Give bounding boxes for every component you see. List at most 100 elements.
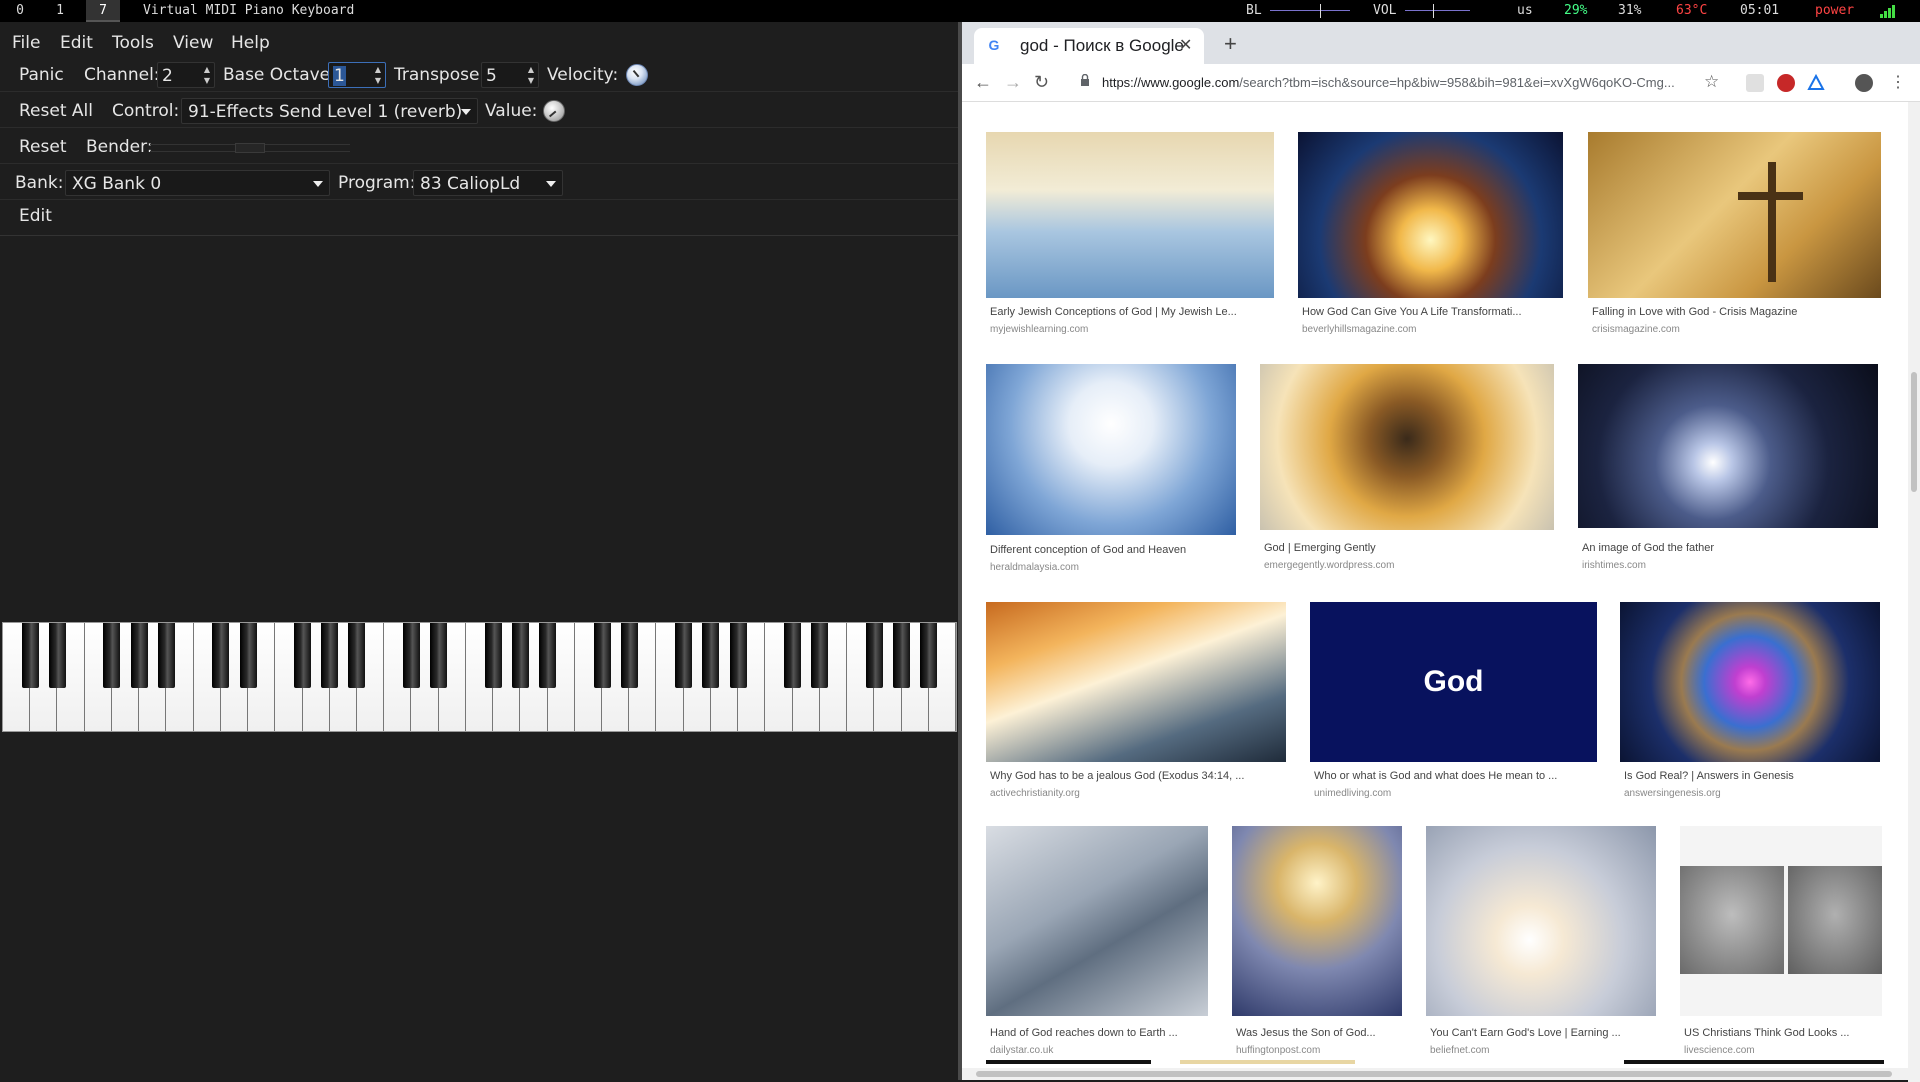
black-key[interactable] xyxy=(620,623,638,688)
vertical-scrollbar[interactable] xyxy=(1908,102,1920,1082)
result-title[interactable]: Is God Real? | Answers in Genesis xyxy=(1624,770,1884,782)
result-title[interactable]: Who or what is God and what does He mean… xyxy=(1314,770,1599,782)
address-bar[interactable]: https://www.google.com/search?tbm=isch&s… xyxy=(1074,68,1675,98)
black-key[interactable] xyxy=(784,623,802,688)
black-key[interactable] xyxy=(239,623,257,688)
result-title[interactable]: How God Can Give You A Life Transformati… xyxy=(1302,306,1567,318)
black-key[interactable] xyxy=(893,623,911,688)
control-combobox[interactable]: 91-Effects Send Level 1 (reverb) xyxy=(181,98,478,124)
bank-combobox[interactable]: XG Bank 0 xyxy=(65,170,330,196)
result-thumbnail[interactable] xyxy=(986,132,1274,298)
result-card[interactable]: Is God Real? | Answers in Genesis answer… xyxy=(1620,602,1884,799)
result-card[interactable]: Hand of God reaches down to Earth ... da… xyxy=(986,826,1210,1056)
black-key[interactable] xyxy=(811,623,829,688)
controller-value-knob[interactable] xyxy=(543,100,565,122)
result-thumbnail[interactable] xyxy=(986,826,1208,1016)
black-key[interactable] xyxy=(484,623,502,688)
result-title[interactable]: An image of God the father xyxy=(1582,542,1882,554)
bookmark-star-icon[interactable]: ☆ xyxy=(1704,72,1719,92)
adblock-icon[interactable] xyxy=(1777,74,1795,92)
horizontal-scrollbar[interactable] xyxy=(962,1068,1908,1080)
result-card[interactable]: US Christians Think God Looks ... livesc… xyxy=(1680,826,1884,1056)
black-key[interactable] xyxy=(294,623,311,688)
slider-handle[interactable] xyxy=(235,143,265,153)
menu-file[interactable]: File xyxy=(12,33,40,53)
back-icon[interactable]: ← xyxy=(974,72,992,93)
piano-keyboard[interactable] xyxy=(2,622,957,732)
black-key[interactable] xyxy=(511,623,529,688)
result-card[interactable]: Falling in Love with God - Crisis Magazi… xyxy=(1588,132,1883,335)
scrollbar-thumb[interactable] xyxy=(1911,372,1917,492)
black-key[interactable] xyxy=(593,623,611,688)
black-key[interactable] xyxy=(920,623,938,688)
result-title[interactable]: Was Jesus the Son of God... xyxy=(1236,1027,1406,1039)
result-thumbnail[interactable] xyxy=(1232,826,1402,1016)
transpose-spinbox[interactable]: 5 ▲ ▼ xyxy=(481,62,539,88)
result-card[interactable]: Why God has to be a jealous God (Exodus … xyxy=(986,602,1290,799)
scrollbar-thumb[interactable] xyxy=(976,1071,1892,1077)
black-key[interactable] xyxy=(539,623,557,688)
menu-tools[interactable]: Tools xyxy=(112,33,154,53)
panic-button[interactable]: Panic xyxy=(19,65,64,85)
result-title[interactable]: US Christians Think God Looks ... xyxy=(1684,1027,1886,1039)
result-thumbnail[interactable] xyxy=(1298,132,1563,298)
result-title[interactable]: Early Jewish Conceptions of God | My Jew… xyxy=(990,306,1275,318)
result-card[interactable]: An image of God the father irishtimes.co… xyxy=(1578,364,1880,571)
spin-arrows-icon[interactable]: ▲ ▼ xyxy=(373,64,383,86)
result-card[interactable]: Was Jesus the Son of God... huffingtonpo… xyxy=(1232,826,1404,1056)
edit-button[interactable]: Edit xyxy=(19,206,52,226)
reset-all-button[interactable]: Reset All xyxy=(19,101,93,121)
workspace-7[interactable]: 7 xyxy=(86,0,120,22)
result-thumbnail[interactable] xyxy=(986,602,1286,762)
black-key[interactable] xyxy=(157,623,175,688)
result-title[interactable]: Different conception of God and Heaven xyxy=(990,544,1240,556)
result-thumbnail[interactable] xyxy=(1588,132,1881,298)
reset-button[interactable]: Reset xyxy=(19,137,67,157)
black-key[interactable] xyxy=(702,623,720,688)
result-thumbnail[interactable] xyxy=(1620,602,1880,762)
result-title[interactable]: You Can't Earn God's Love | Earning ... xyxy=(1430,1027,1660,1039)
black-key[interactable] xyxy=(212,623,230,688)
menu-help[interactable]: Help xyxy=(231,33,270,53)
reload-icon[interactable]: ↻ xyxy=(1034,72,1049,93)
result-title[interactable]: Hand of God reaches down to Earth ... xyxy=(990,1027,1212,1039)
result-thumbnail[interactable]: God xyxy=(1310,602,1597,762)
result-title[interactable]: Falling in Love with God - Crisis Magazi… xyxy=(1592,306,1882,318)
forward-icon[interactable]: → xyxy=(1004,72,1022,93)
black-key[interactable] xyxy=(729,623,747,688)
black-key[interactable] xyxy=(103,623,121,688)
black-key[interactable] xyxy=(865,623,883,688)
new-tab-icon[interactable]: + xyxy=(1224,31,1237,57)
black-key[interactable] xyxy=(348,623,366,688)
pitch-bender-slider[interactable] xyxy=(150,143,350,153)
black-key[interactable] xyxy=(48,623,66,688)
black-key[interactable] xyxy=(21,623,39,688)
spin-arrows-icon[interactable]: ▲ ▼ xyxy=(526,64,536,86)
result-title[interactable]: Why God has to be a jealous God (Exodus … xyxy=(990,770,1290,782)
channel-spinbox[interactable]: 2 ▲ ▼ xyxy=(157,62,215,88)
browser-tab[interactable]: G god - Поиск в Google ✕ xyxy=(974,28,1204,64)
velocity-knob[interactable] xyxy=(626,64,648,86)
close-tab-icon[interactable]: ✕ xyxy=(1179,35,1192,55)
spin-arrows-icon[interactable]: ▲ ▼ xyxy=(202,64,212,86)
black-key[interactable] xyxy=(402,623,420,688)
chrome-menu-icon[interactable]: ⋮ xyxy=(1890,72,1906,92)
result-card[interactable]: Early Jewish Conceptions of God | My Jew… xyxy=(986,132,1276,335)
program-combobox[interactable]: 83 CaliopLd xyxy=(413,170,563,196)
result-thumbnail[interactable] xyxy=(1578,364,1878,528)
black-key[interactable] xyxy=(430,623,448,688)
workspace-1[interactable]: 1 xyxy=(48,0,72,22)
black-key[interactable] xyxy=(321,623,339,688)
extension-off-icon[interactable] xyxy=(1746,74,1764,92)
result-thumbnail[interactable] xyxy=(1426,826,1656,1016)
result-thumbnail[interactable] xyxy=(1680,826,1882,1016)
menu-view[interactable]: View xyxy=(173,33,213,53)
result-card[interactable]: God | Emerging Gently emergegently.wordp… xyxy=(1260,364,1556,571)
result-thumbnail[interactable] xyxy=(1260,364,1554,530)
result-card[interactable]: God Who or what is God and what does He … xyxy=(1310,602,1602,799)
result-thumbnail[interactable] xyxy=(986,364,1236,535)
extension-triangle-icon[interactable] xyxy=(1807,73,1825,92)
black-key[interactable] xyxy=(675,623,693,688)
result-card[interactable]: How God Can Give You A Life Transformati… xyxy=(1298,132,1568,335)
result-card[interactable]: Different conception of God and Heaven h… xyxy=(986,364,1238,573)
